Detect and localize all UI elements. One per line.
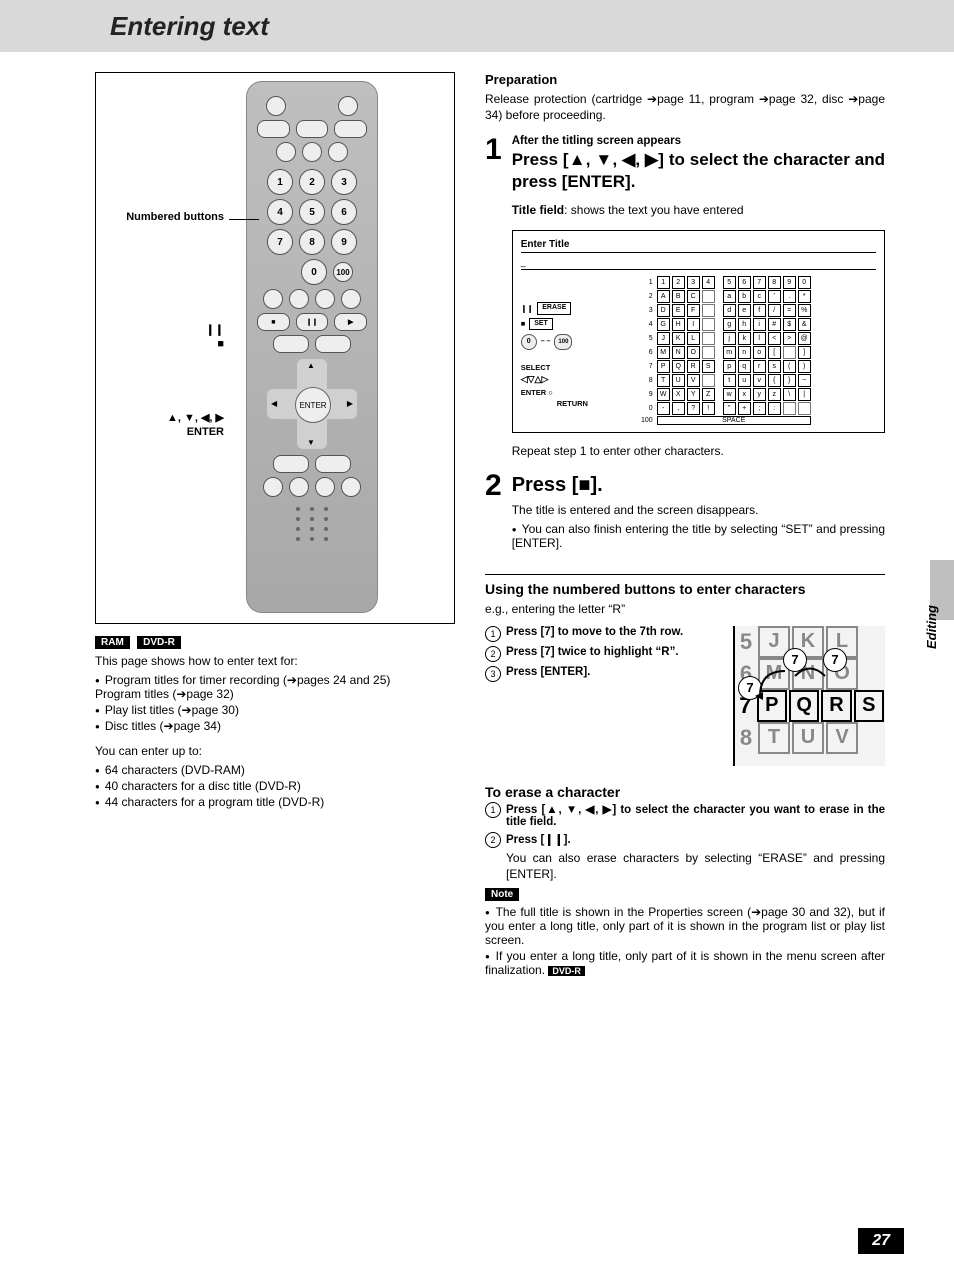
annot-numbered: Numbered buttons bbox=[104, 211, 224, 223]
char-entry-screen: Enter Title _ ❙❙ERASE ■SET 0– –100 SELEC… bbox=[512, 230, 885, 433]
char-grid: 112345678902ABCabc’.*3DEFdef/=%4GHIghi#$… bbox=[639, 276, 811, 426]
list-item: Play list titles (➔page 30) bbox=[95, 703, 455, 717]
erase-s2b: You can also erase characters by selecti… bbox=[506, 850, 885, 882]
step-2-number: 2 bbox=[485, 471, 502, 560]
step-2-b1: The title is entered and the screen disa… bbox=[512, 502, 885, 518]
step-2-main: Press [■]. bbox=[512, 473, 885, 498]
list-item: 64 characters (DVD-RAM) bbox=[95, 763, 455, 777]
step-1-main: Press [▲, ▼, ◀, ▶] to select the charact… bbox=[512, 149, 885, 192]
cs-title: Enter Title bbox=[521, 239, 876, 253]
remote-illustration: 123 456 789 0100 ■❙❙▶ ENTER ▲ ▼ ◀ bbox=[95, 72, 455, 624]
numbered-heading: Using the numbered buttons to enter char… bbox=[485, 574, 885, 597]
num-step-2: Press [7] twice to highlight “R”. bbox=[506, 646, 685, 662]
note-2: If you enter a long title, only part of … bbox=[485, 949, 885, 977]
erase-s1: Press [▲, ▼, ◀, ▶] to select the charact… bbox=[506, 802, 885, 828]
note-badge: Note bbox=[485, 888, 519, 901]
zoom-char-grid: 5JKL6MNO7PQRS8TUV 7 7 7 bbox=[733, 626, 885, 766]
annot-dpad: ▲, ▼, ◀, ▶ ENTER bbox=[104, 411, 224, 440]
erase-s2a: Press [❙❙]. bbox=[506, 832, 885, 846]
badge-dvdr-inline: DVD-R bbox=[548, 966, 585, 976]
annot-pause-stop: ❙❙ ■ bbox=[104, 323, 224, 352]
limits-bullets: 64 characters (DVD-RAM) 40 characters fo… bbox=[95, 763, 455, 809]
num-step-1: Press [7] to move to the 7th row. bbox=[506, 626, 685, 642]
play-button: ▶ bbox=[334, 313, 367, 331]
intro-text: This page shows how to enter text for: bbox=[95, 653, 455, 669]
prep-heading: Preparation bbox=[485, 72, 885, 87]
limits-intro: You can enter up to: bbox=[95, 743, 455, 759]
step-1-repeat: Repeat step 1 to enter other characters. bbox=[512, 443, 885, 459]
stop-button: ■ bbox=[257, 313, 290, 331]
prep-body: Release protection (cartridge ➔page 11, … bbox=[485, 91, 885, 123]
badge-dvdr: DVD-R bbox=[137, 636, 181, 649]
page-number: 27 bbox=[858, 1228, 904, 1254]
list-item: 40 characters for a disc title (DVD-R) bbox=[95, 779, 455, 793]
section-tab: Editing bbox=[924, 605, 939, 649]
pause-button: ❙❙ bbox=[296, 313, 329, 331]
enter-button: ENTER bbox=[295, 387, 331, 423]
erase-heading: To erase a character bbox=[485, 784, 885, 800]
dpad: ENTER ▲ ▼ ◀ ▶ bbox=[267, 359, 357, 449]
step-1-pre: After the titling screen appears bbox=[512, 135, 885, 147]
list-item: 44 characters for a program title (DVD-R… bbox=[95, 795, 455, 809]
num-1: 1 bbox=[267, 169, 293, 195]
numbered-eg: e.g., entering the letter “R” bbox=[485, 601, 885, 617]
title-field-note: Title field: shows the text you have ent… bbox=[512, 202, 885, 218]
list-item: Program titles for timer recording (➔pag… bbox=[95, 673, 455, 701]
media-badges: RAM DVD-R bbox=[95, 634, 455, 649]
num-step-3: Press [ENTER]. bbox=[506, 666, 590, 682]
page-title: Entering text bbox=[0, 0, 954, 52]
power-button bbox=[266, 96, 286, 116]
list-item: Disc titles (➔page 34) bbox=[95, 719, 455, 733]
step-1-number: 1 bbox=[485, 135, 502, 459]
step-2-b2: You can also finish entering the title b… bbox=[512, 522, 885, 550]
note-1: The full title is shown in the Propertie… bbox=[485, 905, 885, 947]
intro-bullets: Program titles for timer recording (➔pag… bbox=[95, 673, 455, 733]
badge-ram: RAM bbox=[95, 636, 130, 649]
